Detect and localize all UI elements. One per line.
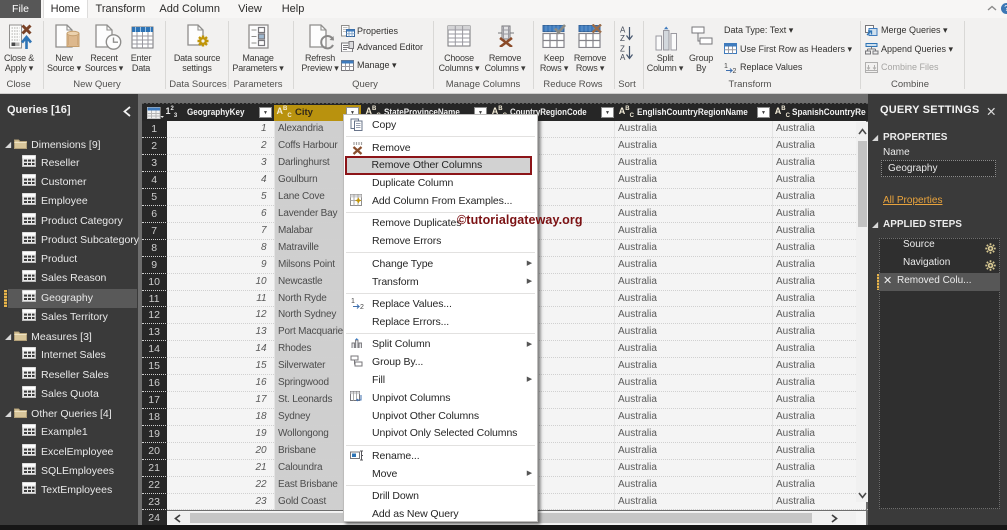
svg-text:2: 2 bbox=[360, 304, 364, 310]
svg-text:1: 1 bbox=[351, 298, 355, 305]
svg-text:2: 2 bbox=[733, 68, 737, 73]
svg-text:1: 1 bbox=[724, 63, 728, 70]
svg-text:Z: Z bbox=[620, 34, 625, 42]
